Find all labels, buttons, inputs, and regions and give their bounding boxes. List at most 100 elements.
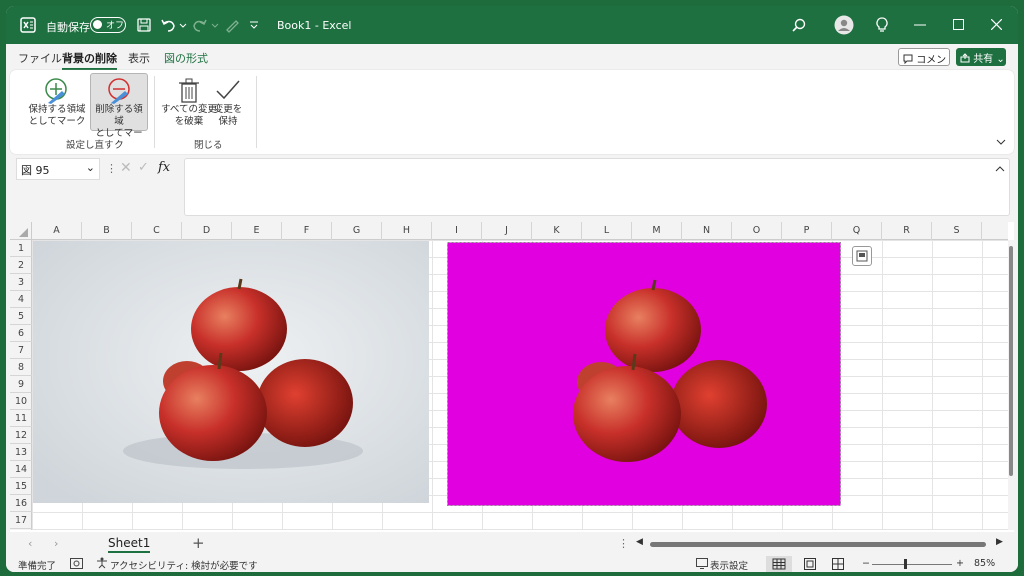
column-header-h[interactable]: H [382, 222, 432, 240]
next-sheet-icon[interactable]: › [54, 537, 58, 550]
row-header-9[interactable]: 9 [10, 376, 32, 393]
column-header-f[interactable]: F [282, 222, 332, 240]
row-header-10[interactable]: 10 [10, 393, 32, 410]
page-layout-icon[interactable] [804, 558, 816, 570]
row-header-12[interactable]: 12 [10, 427, 32, 444]
accessibility-icon[interactable] [96, 557, 108, 569]
mark-keep-label-2: としてマーク [28, 116, 86, 127]
column-header-d[interactable]: D [182, 222, 232, 240]
column-header-o[interactable]: O [732, 222, 782, 240]
column-header-s[interactable]: S [932, 222, 982, 240]
row-header-2[interactable]: 2 [10, 257, 32, 274]
zoom-in-button[interactable]: + [956, 558, 964, 569]
tab-view[interactable]: 表示 [128, 50, 150, 66]
row-header-6[interactable]: 6 [10, 325, 32, 342]
maximize-icon[interactable] [953, 19, 964, 30]
page-break-preview-icon[interactable] [832, 558, 844, 570]
collapse-formula-bar-icon[interactable] [995, 165, 1005, 173]
sheet-tab-sheet1[interactable]: Sheet1 [108, 536, 151, 553]
draw-icon[interactable] [224, 17, 240, 33]
column-header-b[interactable]: B [82, 222, 132, 240]
insert-function-icon[interactable]: fx [158, 160, 170, 175]
comments-button[interactable]: コメント [898, 48, 950, 81]
prev-sheet-icon[interactable]: ‹ [28, 537, 32, 550]
macro-record-icon[interactable] [70, 558, 83, 569]
column-header-k[interactable]: K [532, 222, 582, 240]
background-removed-picture[interactable] [447, 242, 841, 506]
save-icon[interactable] [136, 17, 152, 33]
vertical-scroll-thumb[interactable] [1009, 246, 1013, 476]
accessibility-status[interactable]: アクセシビリティ: 検討が必要です [110, 558, 258, 572]
customize-qat-icon[interactable] [249, 20, 259, 30]
trash-icon [179, 78, 199, 103]
row-header-8[interactable]: 8 [10, 359, 32, 376]
row-header-4[interactable]: 4 [10, 291, 32, 308]
lightbulb-icon[interactable] [876, 17, 888, 33]
keep-changes-button[interactable]: 変更を 保持 [206, 74, 250, 132]
column-header-e[interactable]: E [232, 222, 282, 240]
mark-areas-to-remove-button[interactable]: 削除する領域 としてマーク [90, 73, 148, 151]
row-header-15[interactable]: 15 [10, 478, 32, 495]
cancel-icon[interactable]: ✕ [120, 160, 132, 176]
close-icon[interactable] [991, 19, 1002, 30]
collapse-ribbon-icon[interactable] [996, 138, 1006, 146]
scroll-left-icon[interactable]: ◀ [636, 537, 643, 547]
column-header-l[interactable]: L [582, 222, 632, 240]
chevron-down-icon: ⌄ [85, 161, 95, 174]
column-header-c[interactable]: C [132, 222, 182, 240]
autosave-toggle[interactable]: オフ [90, 17, 126, 33]
mark-areas-to-keep-button[interactable]: 保持する領域 としてマーク [28, 74, 86, 132]
row-header-1[interactable]: 1 [10, 240, 32, 257]
zoom-level[interactable]: 85% [974, 558, 995, 569]
tab-picture-format[interactable]: 図の形式 [164, 50, 208, 66]
column-header-n[interactable]: N [682, 222, 732, 240]
row-header-7[interactable]: 7 [10, 342, 32, 359]
share-label: 共有 [973, 54, 994, 65]
row-header-3[interactable]: 3 [10, 274, 32, 291]
enter-icon[interactable]: ✓ [138, 160, 149, 175]
account-avatar-icon[interactable] [834, 15, 854, 35]
title-bar: 自動保存 オフ Book1 - Excel [6, 6, 1018, 44]
redo-icon[interactable] [192, 17, 220, 33]
layout-options-button[interactable] [852, 246, 872, 266]
column-header-i[interactable]: I [432, 222, 482, 240]
add-sheet-button[interactable]: + [192, 534, 205, 552]
original-apple-picture[interactable] [33, 241, 429, 503]
column-header-p[interactable]: P [782, 222, 832, 240]
mark-keep-label-1: 保持する領域 [28, 104, 86, 115]
name-box[interactable]: 図 95 ⌄ [16, 158, 100, 180]
row-header-14[interactable]: 14 [10, 461, 32, 478]
column-header-q[interactable]: Q [832, 222, 882, 240]
column-header-a[interactable]: A [32, 222, 82, 240]
normal-view-button[interactable] [766, 556, 792, 572]
more-sheets-icon[interactable]: ⋮ [618, 537, 629, 550]
vertical-scrollbar[interactable] [1008, 240, 1014, 530]
horizontal-scroll-thumb[interactable] [650, 542, 986, 547]
column-header-g[interactable]: G [332, 222, 382, 240]
column-header-m[interactable]: M [632, 222, 682, 240]
row-headers: 1 2 3 4 5 6 7 8 9 10 11 12 13 14 15 16 17 [10, 240, 32, 530]
undo-icon[interactable] [160, 17, 188, 33]
scroll-right-icon[interactable]: ▶ [996, 537, 1003, 547]
share-button[interactable]: 共有 ⌄ [956, 48, 1006, 66]
sheet-tabs-bar: ‹ › Sheet1 + ⋮ ◀ ▶ [10, 534, 1014, 556]
row-header-17[interactable]: 17 [10, 512, 32, 529]
zoom-out-button[interactable]: − [862, 558, 870, 569]
column-header-r[interactable]: R [882, 222, 932, 240]
zoom-slider[interactable] [872, 564, 952, 565]
row-header-13[interactable]: 13 [10, 444, 32, 461]
tab-file[interactable]: ファイル [18, 50, 62, 66]
zoom-slider-handle[interactable] [904, 559, 907, 569]
formula-input[interactable] [184, 158, 1010, 216]
row-header-16[interactable]: 16 [10, 495, 32, 512]
row-header-5[interactable]: 5 [10, 308, 32, 325]
column-header-j[interactable]: J [482, 222, 532, 240]
minimize-icon[interactable] [914, 24, 926, 26]
search-icon[interactable] [792, 18, 806, 32]
select-all-corner[interactable] [10, 222, 32, 240]
display-settings[interactable]: 表示設定 [710, 558, 748, 572]
ribbon-separator [256, 76, 257, 148]
tab-background-removal[interactable]: 背景の削除 [62, 50, 117, 70]
row-header-11[interactable]: 11 [10, 410, 32, 427]
more-options-icon[interactable]: ⋮ [106, 162, 117, 175]
